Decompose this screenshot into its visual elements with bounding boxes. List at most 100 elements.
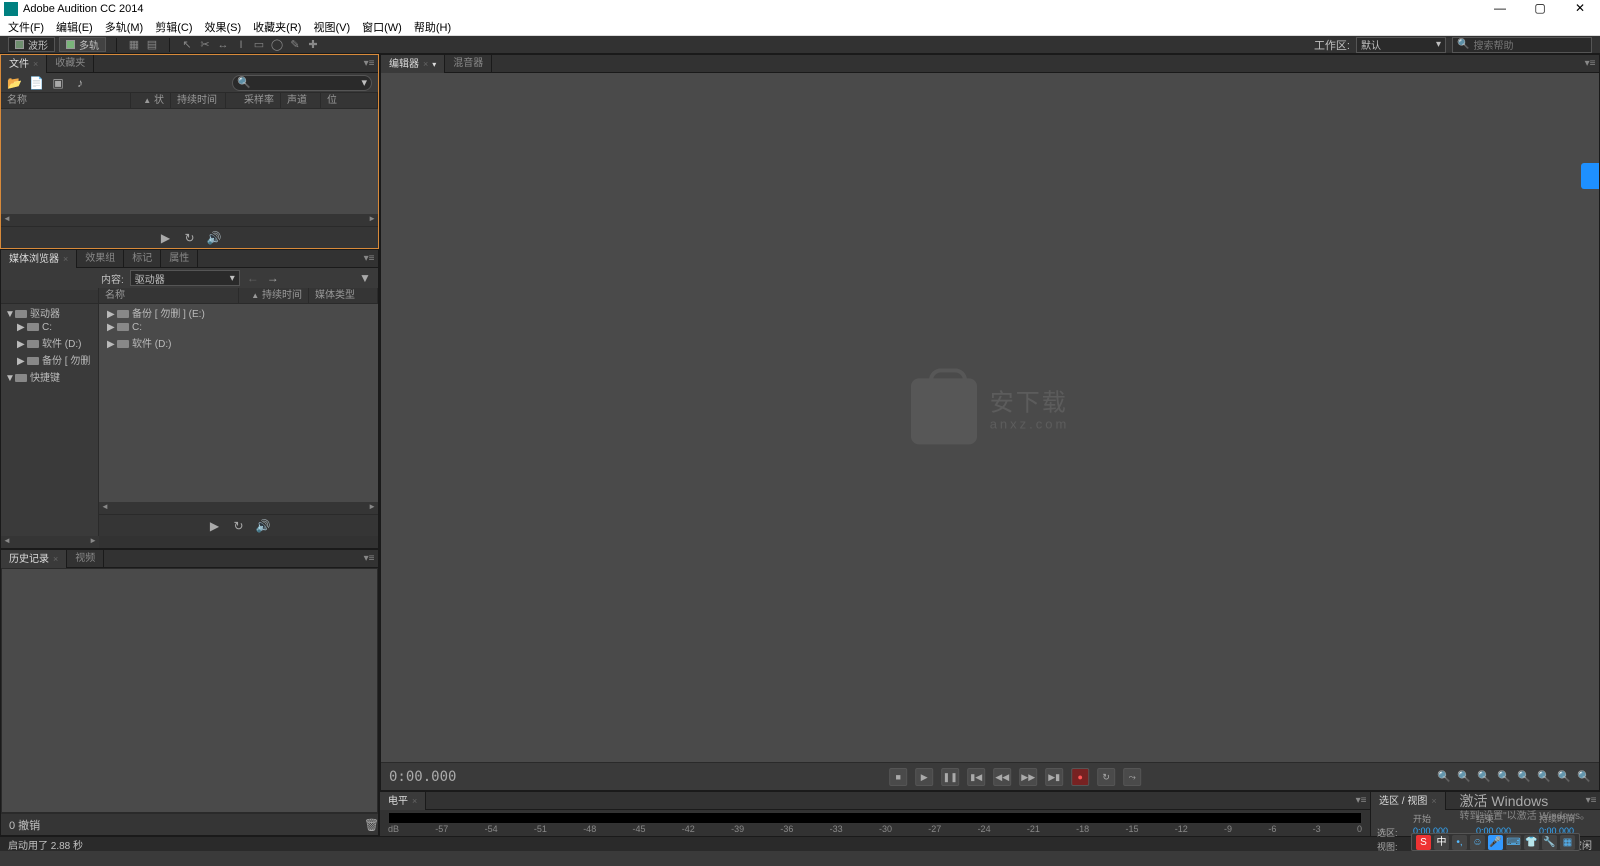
close-icon[interactable]: × xyxy=(412,796,417,806)
tab-mixer[interactable]: 混音器 xyxy=(445,55,492,73)
col-bit[interactable]: 位 xyxy=(321,93,378,108)
ime-toolbox-icon[interactable]: 🔧 xyxy=(1542,835,1557,850)
razor-tool-icon[interactable]: ✂ xyxy=(198,38,212,52)
tab-editor[interactable]: 编辑器×▾ xyxy=(381,55,445,73)
ime-smile-icon[interactable]: ☺ xyxy=(1470,835,1485,850)
menu-window[interactable]: 窗口(W) xyxy=(362,19,402,35)
autoplay-icon[interactable]: 🔊 xyxy=(256,519,270,533)
pause-button[interactable]: ❚❚ xyxy=(941,768,959,786)
zoom-out-icon[interactable]: 🔍 xyxy=(1457,770,1471,784)
col-duration[interactable]: 持续时间 xyxy=(171,93,226,108)
menu-help[interactable]: 帮助(H) xyxy=(414,19,451,35)
horizontal-scrollbar[interactable] xyxy=(1,214,378,226)
tab-levels[interactable]: 电平× xyxy=(380,792,426,810)
menu-edit[interactable]: 编辑(E) xyxy=(56,19,93,35)
menu-multitrack[interactable]: 多轨(M) xyxy=(105,19,144,35)
tab-selection-view[interactable]: 选区 / 视图× xyxy=(1371,792,1446,810)
close-button[interactable]: ✕ xyxy=(1560,0,1600,18)
tree-item[interactable]: ▼驱动器 xyxy=(1,304,98,321)
files-search-input[interactable]: 🔍▾ xyxy=(232,75,372,91)
panel-menu-icon[interactable]: ▾≡ xyxy=(360,58,378,69)
panel-menu-icon[interactable]: ▾≡ xyxy=(1581,58,1599,69)
play-button[interactable]: ▶ xyxy=(915,768,933,786)
loop-button[interactable]: ↻ xyxy=(1097,768,1115,786)
zoom-in-v-icon[interactable]: 🔍 xyxy=(1517,770,1531,784)
tab-video[interactable]: 视频 xyxy=(67,550,104,568)
col-duration[interactable]: ▲ 持续时间 xyxy=(239,288,309,303)
help-search-input[interactable]: 🔍搜索帮助 xyxy=(1452,37,1592,53)
zoom-in-point-icon[interactable]: 🔍 xyxy=(1557,770,1571,784)
forward-icon[interactable]: → xyxy=(266,271,280,285)
slip-tool-icon[interactable]: ↔ xyxy=(216,38,230,52)
panel-menu-icon[interactable]: ▾≡ xyxy=(360,553,378,564)
menu-view[interactable]: 视图(V) xyxy=(313,19,350,35)
ffwd-button[interactable]: ▶▶ xyxy=(1019,768,1037,786)
heal-icon[interactable]: ✚ xyxy=(306,38,320,52)
list-item[interactable]: ▶C: xyxy=(99,321,378,334)
horizontal-scrollbar[interactable] xyxy=(1,536,99,548)
zoom-selection-icon[interactable]: 🔍 xyxy=(1497,770,1511,784)
brush-icon[interactable]: ✎ xyxy=(288,38,302,52)
new-multitrack-icon[interactable]: ▣ xyxy=(51,76,65,90)
lasso-icon[interactable]: ◯ xyxy=(270,38,284,52)
col-name[interactable]: 名称 xyxy=(1,93,131,108)
open-file-icon[interactable]: 📂 xyxy=(7,76,21,90)
tab-files[interactable]: 文件× xyxy=(1,55,47,73)
tab-favorites[interactable]: 收藏夹 xyxy=(47,55,94,73)
minimize-button[interactable]: — xyxy=(1480,0,1520,18)
zoom-out-point-icon[interactable]: 🔍 xyxy=(1577,770,1591,784)
editor-canvas[interactable]: 安下载anxz.com xyxy=(381,73,1599,762)
workspace-dropdown[interactable]: 默认▾ xyxy=(1356,37,1446,53)
tree-item[interactable]: ▼快捷键 xyxy=(1,368,98,385)
move-tool-icon[interactable]: ↖ xyxy=(180,38,194,52)
close-icon[interactable]: × xyxy=(1431,796,1436,806)
close-icon[interactable]: × xyxy=(63,254,68,264)
back-icon[interactable]: ← xyxy=(246,271,260,285)
tab-properties[interactable]: 属性 xyxy=(161,250,198,268)
sogou-icon[interactable]: S xyxy=(1416,835,1431,850)
multitrack-view-button[interactable]: 多轨 xyxy=(59,37,106,52)
tab-markers[interactable]: 标记 xyxy=(124,250,161,268)
panel-menu-icon[interactable]: ▾≡ xyxy=(360,253,378,264)
ime-menu-icon[interactable]: ▦ xyxy=(1560,835,1575,850)
ime-chinese-icon[interactable]: 中 xyxy=(1434,835,1449,850)
col-status[interactable]: ▲ 状态 xyxy=(131,93,171,108)
panel-menu-icon[interactable]: ▾≡ xyxy=(1352,795,1370,806)
new-audio-icon[interactable]: ♪ xyxy=(73,76,87,90)
tab-history[interactable]: 历史记录× xyxy=(1,550,67,568)
zoom-full-icon[interactable]: 🔍 xyxy=(1477,770,1491,784)
loop-icon[interactable]: ↻ xyxy=(232,519,246,533)
chevron-down-icon[interactable]: ▾ xyxy=(432,60,436,69)
tree-item[interactable]: ▶软件 (D:) xyxy=(1,334,98,351)
close-icon[interactable]: × xyxy=(33,59,38,69)
next-button[interactable]: ▶▮ xyxy=(1045,768,1063,786)
filter-icon[interactable]: ▼ xyxy=(358,271,372,285)
side-ribbon-icon[interactable] xyxy=(1581,163,1599,189)
tree-item[interactable]: ▶C: xyxy=(1,321,98,334)
list-item[interactable]: ▶软件 (D:) xyxy=(99,334,378,351)
time-select-icon[interactable]: I xyxy=(234,38,248,52)
ime-keyboard-icon[interactable]: ⌨ xyxy=(1506,835,1521,850)
zoom-out-v-icon[interactable]: 🔍 xyxy=(1537,770,1551,784)
timecode-display[interactable]: 0:00.000 xyxy=(389,769,456,785)
maximize-button[interactable]: ▢ xyxy=(1520,0,1560,18)
loop-icon[interactable]: ↻ xyxy=(183,231,197,245)
zoom-in-icon[interactable]: 🔍 xyxy=(1437,770,1451,784)
content-dropdown[interactable]: 驱动器▾ xyxy=(130,270,240,286)
col-name[interactable]: 名称 xyxy=(99,288,239,303)
waveform-view-button[interactable]: 波形 xyxy=(8,37,55,52)
prev-button[interactable]: ▮◀ xyxy=(967,768,985,786)
rewind-button[interactable]: ◀◀ xyxy=(993,768,1011,786)
spectral-pitch-icon[interactable]: ▤ xyxy=(145,38,159,52)
ime-mic-icon[interactable]: 🎤 xyxy=(1488,835,1503,850)
stop-button[interactable]: ■ xyxy=(889,768,907,786)
ime-skin-icon[interactable]: 👕 xyxy=(1524,835,1539,850)
tree-item[interactable]: ▶备份 [ 勿删 xyxy=(1,351,98,368)
horizontal-scrollbar[interactable] xyxy=(99,502,378,514)
menu-favorites[interactable]: 收藏夹(R) xyxy=(253,19,301,35)
col-sample-rate[interactable]: 采样率 xyxy=(226,93,281,108)
tab-media-browser[interactable]: 媒体浏览器× xyxy=(1,250,77,268)
menu-effects[interactable]: 效果(S) xyxy=(205,19,242,35)
col-channels[interactable]: 声道 xyxy=(281,93,321,108)
tab-effects-rack[interactable]: 效果组 xyxy=(77,250,124,268)
